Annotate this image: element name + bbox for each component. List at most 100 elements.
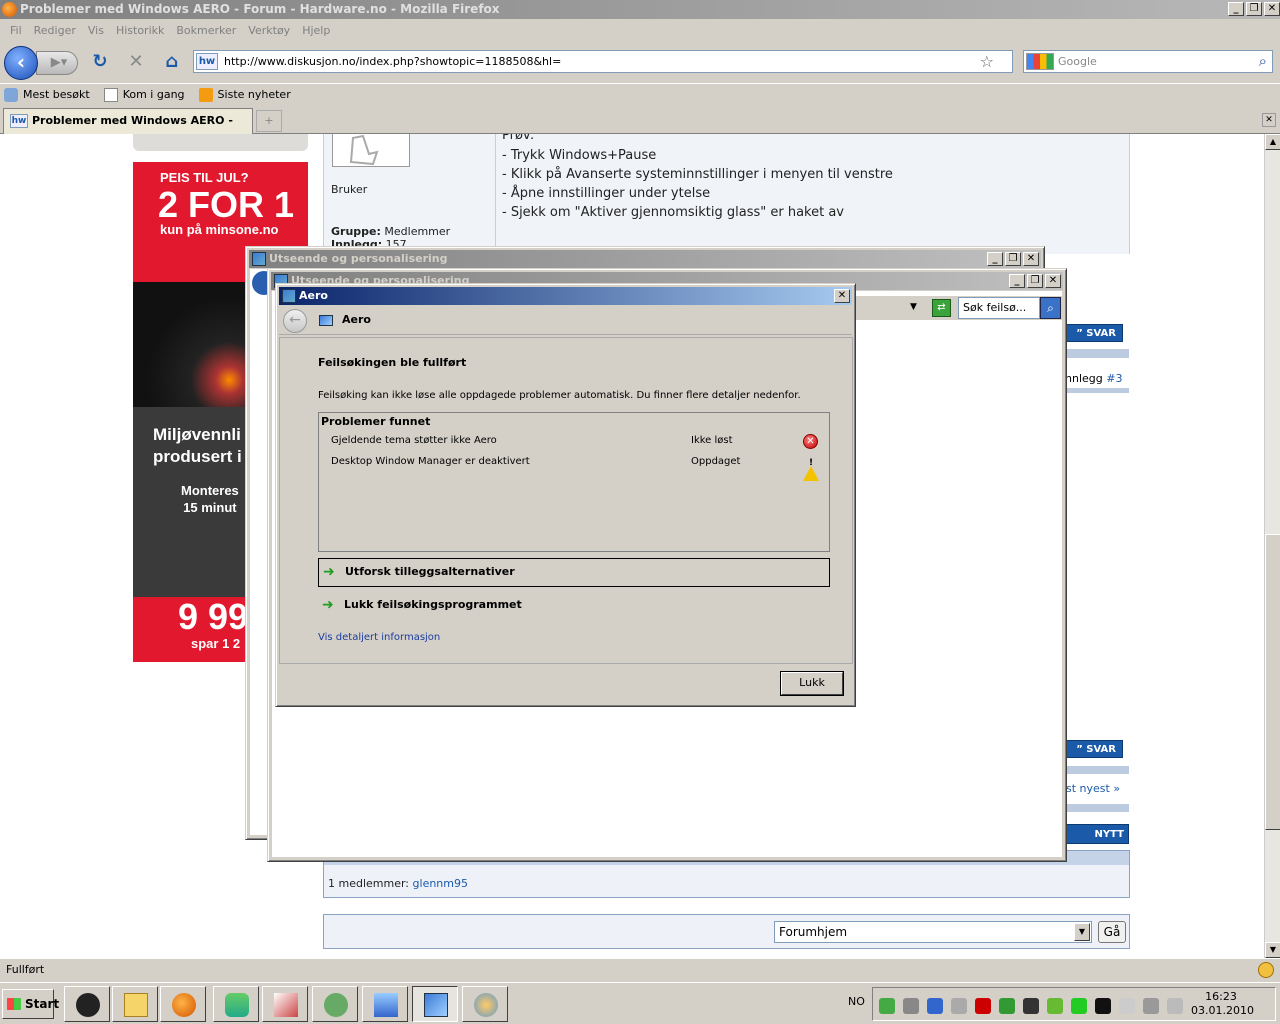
language-indicator[interactable]: NO [848, 995, 865, 1008]
ad-line3: kun på minsone.no [160, 222, 279, 237]
tray-icon[interactable] [1095, 998, 1111, 1014]
stop-icon[interactable]: ✕ [124, 51, 148, 75]
steam-tray-icon[interactable] [1023, 998, 1039, 1014]
navigation-toolbar: ▶▾ ‹ ↻ ✕ ⌂ hw http://www.diskusjon.no/in… [0, 41, 1280, 83]
start-button[interactable]: Start [2, 989, 59, 1019]
bookmark-kom-i-gang[interactable]: Kom i gang [103, 87, 185, 102]
dialog-nav: ← Aero [279, 305, 852, 335]
taskbar-control-panel[interactable] [362, 986, 408, 1022]
ad-spar: spar 1 2 [191, 636, 241, 651]
tray-icon[interactable] [999, 998, 1015, 1014]
quote-icon: ” [1076, 744, 1083, 755]
minimize-button[interactable]: _ [987, 252, 1003, 266]
google-engine-icon[interactable] [1026, 53, 1054, 70]
scroll-up-arrow[interactable]: ▲ [1265, 134, 1280, 150]
close-troubleshooter-button[interactable]: ➜ Lukk feilsøkingsprogrammet [318, 597, 522, 613]
page-scrollbar[interactable]: ▲ ▼ [1264, 134, 1280, 958]
reply-button-bottom[interactable]: ” SVAR [1063, 740, 1123, 758]
taskbar-aero[interactable] [412, 986, 458, 1022]
new-topic-button[interactable]: NYTT EMNE [1063, 824, 1129, 860]
details-link[interactable]: Vis detaljert informasjon [318, 632, 440, 643]
home-icon[interactable]: ⌂ [160, 51, 184, 75]
menu-hjelp[interactable]: Hjelp [296, 24, 336, 37]
explore-options-button[interactable]: ➜ Utforsk tilleggsalternativer [318, 558, 830, 587]
scroll-thumb[interactable] [1265, 534, 1280, 830]
new-tab-button[interactable]: + [256, 110, 282, 132]
green-arrow-icon: ➜ [323, 564, 335, 580]
dialog-heading: Feilsøkingen ble fullført [318, 356, 467, 369]
close-button[interactable]: ✕ [1023, 252, 1039, 266]
ad-panel-text2: Monteres 15 minut [181, 483, 239, 515]
taskbar-steam[interactable] [64, 986, 110, 1022]
menu-bokmerker[interactable]: Bokmerker [170, 24, 242, 37]
ati-icon[interactable] [975, 998, 991, 1014]
menu-rediger[interactable]: Rediger [28, 24, 82, 37]
maximize-button[interactable]: ❐ [1246, 2, 1262, 16]
tray-icon[interactable] [879, 998, 895, 1014]
close-button[interactable]: ✕ [1264, 2, 1280, 16]
group-value: Medlemmer [384, 225, 451, 238]
tray-icon[interactable] [927, 998, 943, 1014]
taskbar-explorer[interactable] [112, 986, 158, 1022]
search-bar[interactable]: Google ⌕ [1023, 50, 1273, 73]
spotify-icon[interactable] [1047, 998, 1063, 1014]
flag-icon[interactable] [1119, 998, 1135, 1014]
tray-icon[interactable] [1071, 998, 1087, 1014]
bookmarks-toolbar: Mest besøkt Kom i gang Siste nyheter [0, 83, 1280, 105]
back-button[interactable]: ‹ [4, 46, 38, 80]
aero-dialog[interactable]: Aero ✕ ← Aero Feilsøkingen ble fullført … [275, 283, 856, 707]
menu-historikk[interactable]: Historikk [110, 24, 170, 37]
close-button[interactable]: ✕ [1045, 274, 1061, 288]
clock[interactable]: 16:23 03.01.2010 [1191, 990, 1254, 1018]
smiley-icon[interactable] [1258, 962, 1274, 978]
newest-link[interactable]: st nyest » [1066, 782, 1120, 795]
network-icon[interactable] [1143, 998, 1159, 1014]
search-icon[interactable]: ⌕ [1040, 297, 1061, 319]
window-caption: Utseende og personalisering _ ❐ ✕ [249, 250, 1041, 268]
reload-icon[interactable]: ↻ [88, 51, 112, 75]
volume-icon[interactable] [1167, 998, 1183, 1014]
search-icon[interactable]: ⌕ [1259, 52, 1267, 70]
forward-button[interactable]: ▶▾ [36, 51, 78, 75]
minimize-button[interactable]: _ [1228, 2, 1244, 16]
lukk-button[interactable]: Lukk [781, 672, 843, 695]
taskbar-app[interactable] [312, 986, 358, 1022]
maximize-button[interactable]: ❐ [1005, 252, 1021, 266]
chevron-down-icon[interactable]: ▼ [1074, 923, 1090, 941]
go-button[interactable]: Gå [1098, 921, 1126, 943]
troubleshoot-search-input[interactable]: Søk feilsø... [958, 297, 1040, 319]
close-button[interactable]: ✕ [834, 289, 850, 303]
menu-fil[interactable]: Fil [4, 24, 28, 37]
avatar [332, 134, 410, 167]
maximize-button[interactable]: ❐ [1027, 274, 1043, 288]
forum-select[interactable]: Forumhjem ▼ [774, 921, 1092, 943]
pager-bar [1063, 766, 1129, 774]
tray-icon[interactable] [951, 998, 967, 1014]
taskbar-firefox[interactable] [160, 986, 206, 1022]
problems-list: Problemer funnet Gjeldende tema støtter … [318, 412, 830, 552]
dialog-description: Feilsøking kan ikke løse alle oppdagede … [318, 390, 801, 401]
chevron-down-icon[interactable]: ▼ [910, 302, 917, 312]
post-link[interactable]: nnlegg #3 [1065, 372, 1122, 385]
back-arrow-icon[interactable]: ← [283, 309, 307, 333]
posts-label: Innlegg: [331, 238, 383, 246]
problem-row[interactable]: Desktop Window Manager er deaktivert Opp… [331, 455, 821, 481]
menu-verktoy[interactable]: Verktøy [242, 24, 296, 37]
tab-forum[interactable]: hw Problemer med Windows AERO - For... [3, 108, 253, 151]
tray-icon[interactable] [903, 998, 919, 1014]
taskbar-messenger[interactable] [213, 986, 259, 1022]
bookmark-siste-nyheter[interactable]: Siste nyheter [198, 87, 291, 102]
tab-close-icon[interactable]: ✕ [1262, 113, 1276, 127]
bookmark-star-icon[interactable]: ☆ [980, 52, 994, 71]
taskbar-paint2[interactable] [462, 986, 508, 1022]
scroll-down-arrow[interactable]: ▼ [1265, 942, 1280, 958]
taskbar-paint[interactable] [262, 986, 308, 1022]
menu-vis[interactable]: Vis [82, 24, 110, 37]
member-link[interactable]: glennm95 [413, 877, 468, 890]
url-bar[interactable]: hw http://www.diskusjon.no/index.php?sho… [193, 50, 1013, 73]
reply-button-top[interactable]: ” SVAR [1063, 324, 1123, 342]
bookmark-mest-besokt[interactable]: Mest besøkt [4, 87, 90, 102]
problem-row[interactable]: Gjeldende tema støtter ikke Aero Ikke lø… [331, 434, 821, 453]
refresh-icon[interactable]: ⇄ [932, 299, 951, 317]
minimize-button[interactable]: _ [1009, 274, 1025, 288]
